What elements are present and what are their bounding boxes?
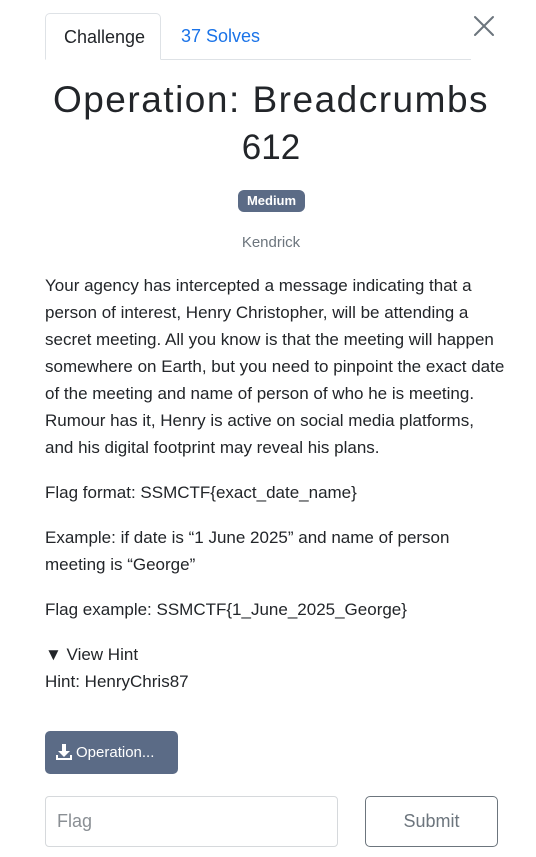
tab-solves[interactable]: 37 Solves	[163, 13, 278, 59]
challenge-points: 612	[241, 128, 301, 167]
challenge-author: Kendrick	[241, 234, 301, 251]
view-hint-toggle[interactable]: ▼ View Hint	[45, 641, 138, 668]
file-download-button[interactable]: Operation...	[45, 731, 178, 774]
download-icon	[56, 743, 72, 760]
challenge-tabs: Challenge 37 Solves	[45, 13, 471, 60]
difficulty-badge: Medium	[238, 190, 305, 212]
hint-text: Hint: HenryChris87	[45, 672, 189, 691]
flag-format-text: Flag format: SSMCTF{exact_date_name}	[45, 483, 357, 502]
flag-example-text: Flag example: SSMCTF{1_June_2025_George}	[45, 600, 407, 619]
description-paragraph: Your agency has intercepted a message in…	[45, 276, 505, 457]
close-icon[interactable]	[472, 14, 496, 38]
tab-challenge[interactable]: Challenge	[45, 13, 161, 60]
example-text: Example: if date is “1 June 2025” and na…	[45, 528, 450, 574]
challenge-title: Operation: Breadcrumbs	[52, 79, 490, 120]
submit-button[interactable]: Submit	[365, 796, 498, 847]
flag-input[interactable]	[45, 796, 338, 847]
file-download-label: Operation...	[76, 744, 155, 761]
